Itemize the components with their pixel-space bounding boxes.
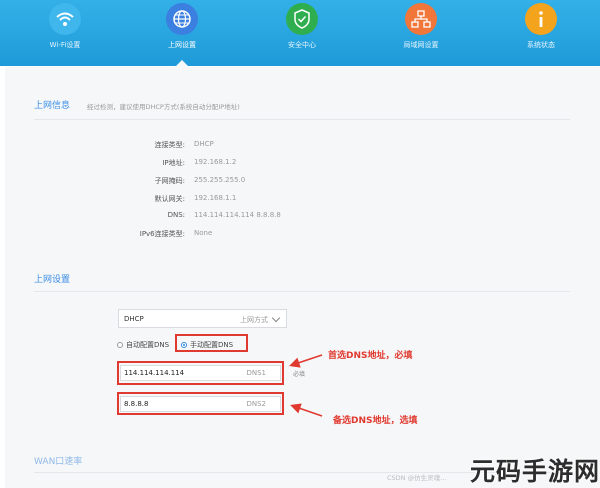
- watermark-csdn: CSDN @仿生灵魂...: [387, 474, 447, 482]
- arrow-to-dns1: [289, 354, 323, 368]
- wan-speed-title: WAN口速率: [34, 457, 83, 467]
- annotation-arrows: [289, 354, 323, 417]
- annotation-secondary-dns: 备选DNS地址，选填: [333, 416, 418, 426]
- arrow-to-dns2: [290, 403, 323, 417]
- annotation-primary-dns: 首选DNS地址，必填: [328, 351, 413, 361]
- watermark-brand: 元码手游网: [470, 457, 600, 486]
